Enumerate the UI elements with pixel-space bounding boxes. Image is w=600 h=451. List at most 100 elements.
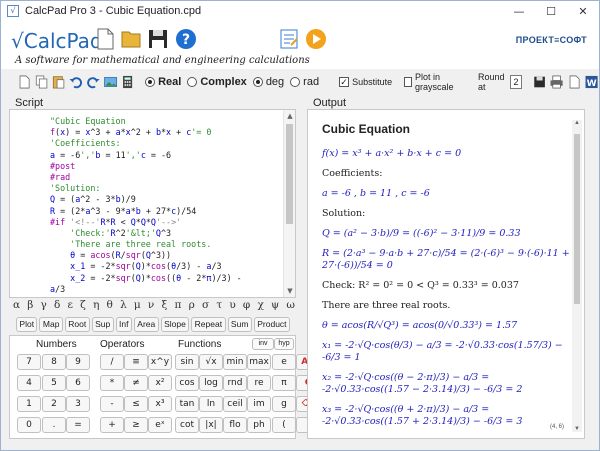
script-editor[interactable]: "Cubic Equation f(x) = x^3 + a*x^2 + b*x …	[9, 109, 296, 298]
function-button-repeat[interactable]: Repeat	[191, 317, 226, 332]
keypad-key[interactable]: max	[247, 354, 271, 370]
copy-icon[interactable]	[34, 72, 49, 92]
scroll-thumb[interactable]	[286, 124, 293, 224]
keypad-key[interactable]: ≡	[124, 354, 148, 370]
minimize-button[interactable]: —	[503, 1, 535, 21]
greek-letter-button[interactable]: ω	[286, 299, 295, 311]
print-icon[interactable]	[549, 72, 564, 92]
function-button-map[interactable]: Map	[39, 317, 63, 332]
code-line[interactable]: #if '<!--'R*R < Q*Q*Q'-->'	[50, 217, 282, 228]
greek-letter-button[interactable]: φ	[243, 299, 250, 311]
keypad-key[interactable]: 7	[17, 354, 41, 370]
code-line[interactable]: x_2 = -2*sqr(Q)*cos((θ - 2*π)/3) -	[50, 273, 282, 284]
output-scroll-down-icon[interactable]: ▼	[572, 426, 582, 432]
code-line[interactable]: #rad	[50, 172, 282, 183]
code-line[interactable]: 'Solution:	[50, 183, 282, 194]
greek-letter-button[interactable]: β	[27, 299, 33, 311]
keypad-key[interactable]: π	[272, 375, 296, 391]
script-scrollbar[interactable]: ▲ ▼	[283, 110, 295, 297]
output-scroll-up-icon[interactable]: ▲	[572, 120, 582, 126]
calculator-icon[interactable]	[120, 72, 135, 92]
real-radio[interactable]: Real	[145, 76, 181, 88]
greek-letter-button[interactable]: θ	[107, 299, 113, 311]
inv-toggle[interactable]: inv	[252, 338, 274, 350]
code-line[interactable]: 'Check:'R^2'&lt;'Q^3	[50, 228, 282, 239]
greek-letter-button[interactable]: η	[93, 299, 99, 311]
greek-letter-button[interactable]: δ	[54, 299, 60, 311]
keypad-key[interactable]: x²	[148, 375, 172, 391]
help-icon[interactable]: ?	[174, 27, 198, 51]
keypad-key[interactable]: im	[247, 396, 271, 412]
keypad-key[interactable]: 2	[42, 396, 66, 412]
code-line[interactable]: 'There are three real roots.	[50, 239, 282, 250]
new-doc-small-icon[interactable]	[17, 72, 32, 92]
greek-letter-button[interactable]: ν	[148, 299, 154, 311]
code-line[interactable]: #post	[50, 161, 282, 172]
keypad-key[interactable]: cos	[175, 375, 199, 391]
output-scrollbar[interactable]: ▲ ▼	[572, 120, 582, 432]
keypad-key[interactable]: ceil	[223, 396, 247, 412]
scroll-down-icon[interactable]: ▼	[284, 285, 296, 297]
redo-icon[interactable]	[86, 72, 101, 92]
keypad-key[interactable]: ≥	[124, 417, 148, 433]
word-export-icon[interactable]: W	[584, 72, 599, 92]
code-line[interactable]: Q = (a^2 - 3*b)/9	[50, 194, 282, 205]
function-button-inf[interactable]: Inf	[115, 317, 132, 332]
round-input[interactable]: 2	[509, 75, 523, 89]
keypad-key[interactable]: min	[223, 354, 247, 370]
keypad-key[interactable]: g	[272, 396, 296, 412]
keypad-key[interactable]: 1	[17, 396, 41, 412]
code-line[interactable]: f(x) = x^3 + a*x^2 + b*x + c'= 0	[50, 127, 282, 138]
output-scroll-thumb[interactable]	[574, 134, 580, 304]
insert-image-icon[interactable]	[103, 72, 118, 92]
script-code[interactable]: "Cubic Equation f(x) = x^3 + a*x^2 + b*x …	[50, 116, 282, 295]
calculate-play-icon[interactable]	[304, 27, 328, 51]
keypad-key[interactable]: √x	[199, 354, 223, 370]
keypad-key[interactable]: ≠	[124, 375, 148, 391]
function-button-root[interactable]: Root	[64, 317, 90, 332]
substitute-checkbox[interactable]: ✓ Substitute	[339, 77, 392, 87]
hyp-toggle[interactable]: hyp	[274, 338, 294, 350]
keypad-key[interactable]: 0	[17, 417, 41, 433]
function-button-slope[interactable]: Slope	[160, 317, 190, 332]
greek-letter-button[interactable]: σ	[202, 299, 209, 311]
greek-letter-button[interactable]: γ	[41, 299, 47, 311]
code-line[interactable]: a/3	[50, 284, 282, 295]
greek-letter-button[interactable]: λ	[120, 299, 127, 311]
function-button-sum[interactable]: Sum	[227, 317, 252, 332]
code-line[interactable]: θ = acos(R/sqr(Q^3))	[50, 250, 282, 261]
keypad-key[interactable]: x³	[148, 396, 172, 412]
code-line[interactable]: 'Coefficients:	[50, 138, 282, 149]
keypad-key[interactable]: /	[100, 354, 124, 370]
scroll-up-icon[interactable]: ▲	[284, 110, 296, 122]
keypad-key[interactable]: 6	[66, 375, 90, 391]
keypad-key[interactable]: -	[100, 396, 124, 412]
greek-letter-button[interactable]: π	[174, 299, 181, 311]
function-button-area[interactable]: Area	[133, 317, 159, 332]
greek-letter-button[interactable]: α	[13, 299, 20, 311]
keypad-key[interactable]: x^y	[148, 354, 172, 370]
new-file-icon[interactable]	[93, 27, 117, 51]
grayscale-checkbox[interactable]: Plot in grayscale	[404, 72, 464, 92]
greek-letter-button[interactable]: μ	[134, 299, 141, 311]
paste-icon[interactable]	[51, 72, 66, 92]
keypad-key[interactable]: 3	[66, 396, 90, 412]
save-icon[interactable]	[146, 27, 170, 51]
greek-letter-button[interactable]: υ	[229, 299, 235, 311]
save-output-icon[interactable]	[532, 72, 547, 92]
complex-radio[interactable]: Complex	[187, 76, 247, 88]
keypad-key[interactable]: rnd	[223, 375, 247, 391]
keypad-key[interactable]: 9	[66, 354, 90, 370]
edit-notepad-icon[interactable]	[277, 27, 301, 51]
close-button[interactable]: ✕	[567, 1, 599, 21]
keypad-key[interactable]: 8	[42, 354, 66, 370]
keypad-key[interactable]: 4	[17, 375, 41, 391]
rad-radio[interactable]: rad	[290, 76, 319, 88]
keypad-key[interactable]: e	[272, 354, 296, 370]
keypad-key[interactable]: 5	[42, 375, 66, 391]
greek-letter-button[interactable]: ζ	[80, 299, 86, 311]
keypad-key[interactable]: ln	[199, 396, 223, 412]
function-button-plot[interactable]: Plot	[16, 317, 38, 332]
keypad-key[interactable]: cot	[175, 417, 199, 433]
keypad-key[interactable]: log	[199, 375, 223, 391]
